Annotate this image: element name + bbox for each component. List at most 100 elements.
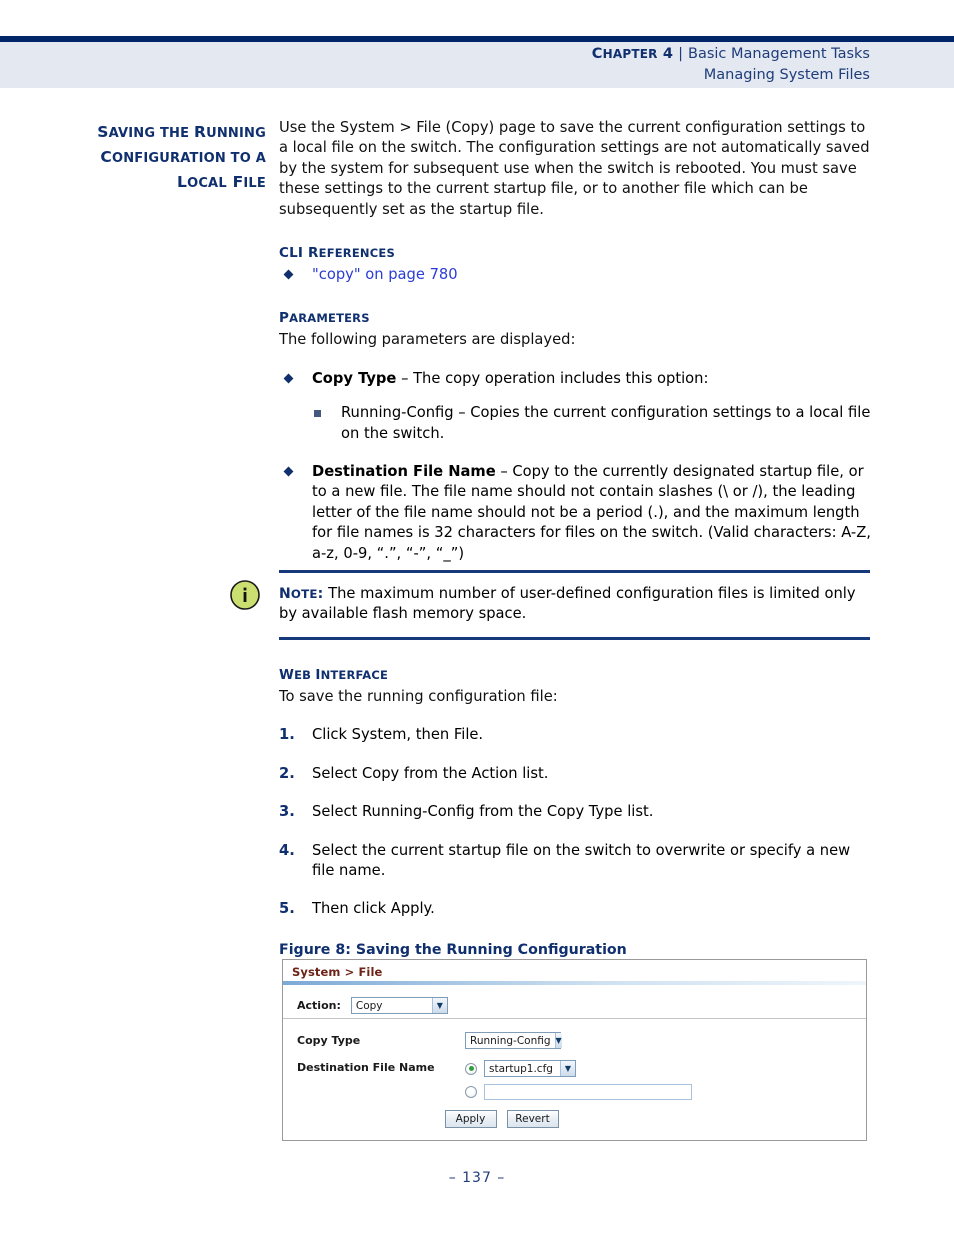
destination-existing-radio[interactable] bbox=[465, 1062, 477, 1075]
note-box: NOTE: The maximum number of user-defined… bbox=[230, 570, 870, 640]
sh-l1-a: AVING bbox=[108, 126, 156, 141]
destination-new-radio[interactable] bbox=[465, 1086, 477, 1098]
header-separator: | bbox=[678, 46, 684, 62]
chapter-label: CHAPTER 4 bbox=[592, 46, 673, 62]
cli-ref-head-rest: EFERENCES bbox=[318, 246, 395, 261]
running-header: CHAPTER 4 | Basic Management Tasks Managin… bbox=[592, 44, 870, 86]
sh-l2-a: ONFIGURATION bbox=[111, 151, 226, 166]
diamond-bullet-icon bbox=[283, 269, 294, 280]
wi-head-c1: W bbox=[279, 667, 295, 683]
page-number: – 137 – bbox=[448, 1170, 506, 1186]
destination-file-name-label: Destination File Name bbox=[297, 1061, 435, 1074]
chevron-down-icon: ▼ bbox=[431, 998, 447, 1013]
header-section-title: Managing System Files bbox=[703, 67, 870, 83]
web-interface-heading: WEB INTERFACE bbox=[279, 664, 875, 683]
diamond-bullet-icon bbox=[283, 466, 294, 477]
note-keyword: NOTE: bbox=[279, 585, 323, 602]
cli-ref-head-cap: CLI R bbox=[279, 245, 319, 262]
destination-new-option[interactable] bbox=[465, 1084, 692, 1100]
copy-type-select[interactable]: Running-Config ▼ bbox=[465, 1032, 562, 1049]
note-kw-cap: N bbox=[279, 585, 291, 602]
header-chapter-title: Basic Management Tasks bbox=[688, 46, 870, 62]
parameters-intro: The following parameters are displayed: bbox=[279, 331, 576, 349]
web-interface-intro: To save the running configuration file: bbox=[279, 688, 558, 705]
destination-file-select[interactable]: startup1.cfg ▼ bbox=[484, 1060, 576, 1077]
cli-references-heading: CLI REFERENCES bbox=[279, 242, 875, 261]
sh-l3-b: ILE bbox=[243, 176, 266, 191]
figure-screenshot: System > File Action: Copy ▼ Copy Type R… bbox=[282, 959, 867, 1141]
step-item-3: 3. Select Running-Config from the Copy T… bbox=[279, 802, 875, 822]
side-heading-line-1: SAVING THE RUNNING bbox=[52, 120, 266, 145]
wi-head-b: NTERFACE bbox=[320, 668, 389, 682]
params-head-rest: ARAMETERS bbox=[289, 311, 370, 326]
params-head-cap: P bbox=[279, 310, 290, 327]
action-select[interactable]: Copy ▼ bbox=[350, 997, 448, 1014]
action-select-value: Copy bbox=[355, 999, 383, 1012]
wi-head-a: EB bbox=[294, 668, 316, 682]
step-text: Select Copy from the Action list. bbox=[312, 764, 549, 782]
screenshot-form: Copy Type Running-Config ▼ Destination F… bbox=[283, 1019, 866, 1128]
chapter-number: 4 bbox=[662, 46, 674, 62]
section-side-heading: SAVING THE RUNNING CONFIGURATION TO A LO… bbox=[52, 120, 266, 195]
step-number: 4. bbox=[279, 841, 295, 859]
chapter-label-rest: HAPTER bbox=[602, 47, 658, 61]
step-text: Then click Apply. bbox=[312, 900, 435, 918]
copy-type-label: Copy Type bbox=[297, 1034, 361, 1047]
sh-l3-a: OCAL bbox=[187, 176, 227, 191]
sh-l1-c1: S bbox=[97, 123, 109, 141]
step-number: 3. bbox=[279, 803, 295, 821]
copy-type-select-value: Running-Config bbox=[470, 1034, 551, 1047]
copy-type-row: Copy Type Running-Config ▼ bbox=[297, 1032, 866, 1049]
parameter-label: Copy Type bbox=[312, 369, 397, 387]
sh-l3-c2: F bbox=[232, 173, 244, 191]
cli-reference-item[interactable]: "copy" on page 780 bbox=[279, 265, 875, 285]
apply-button[interactable]: Apply bbox=[444, 1110, 497, 1128]
destination-file-name-row: Destination File Name startup1.cfg ▼ bbox=[297, 1059, 866, 1100]
square-bullet-icon bbox=[314, 410, 321, 418]
page-footer: – 137 – bbox=[0, 1170, 954, 1186]
step-text: Click System, then File. bbox=[312, 726, 484, 744]
destination-new-name-input[interactable] bbox=[484, 1084, 692, 1100]
step-number: 2. bbox=[279, 764, 295, 782]
parameters-heading: PARAMETERS bbox=[279, 307, 875, 326]
parameter-text: – The copy operation includes this optio… bbox=[396, 369, 709, 387]
destination-file-select-value: startup1.cfg bbox=[489, 1062, 553, 1075]
sh-l1-c: UNNING bbox=[206, 126, 266, 141]
step-item-2: 2. Select Copy from the Action list. bbox=[279, 764, 875, 784]
header-chapter-line: CHAPTER 4 | Basic Management Tasks bbox=[592, 44, 870, 65]
step-number: 1. bbox=[279, 726, 295, 744]
step-number: 5. bbox=[279, 900, 295, 918]
sh-l2-b: TO A bbox=[225, 151, 266, 166]
cli-reference-link[interactable]: "copy" on page 780 bbox=[312, 266, 458, 283]
screenshot-breadcrumb-bar: System > File bbox=[283, 960, 866, 985]
action-label: Action: bbox=[297, 999, 341, 1012]
step-item-1: 1. Click System, then File. bbox=[279, 725, 875, 745]
step-item-5: 5. Then click Apply. bbox=[279, 899, 875, 919]
screenshot-button-row: Apply Revert bbox=[297, 1110, 866, 1128]
sh-l2-c1: C bbox=[100, 148, 112, 166]
screenshot-action-row: Action: Copy ▼ bbox=[283, 985, 866, 1019]
intro-paragraph: Use the System > File (Copy) page to sav… bbox=[279, 119, 870, 218]
note-body: NOTE: The maximum number of user-defined… bbox=[230, 573, 870, 638]
note-kw-rest: OTE bbox=[290, 586, 318, 601]
parameter-label: Destination File Name bbox=[312, 463, 496, 481]
revert-button[interactable]: Revert bbox=[506, 1110, 559, 1128]
parameter-item-copy-type: Copy Type – The copy operation includes … bbox=[279, 369, 875, 389]
parameter-subitem-running-config: Running-Config – Copies the current conf… bbox=[279, 403, 875, 444]
screenshot-breadcrumb: System > File bbox=[292, 965, 383, 979]
sh-l1-c2: R bbox=[193, 123, 207, 141]
sh-l1-b: THE bbox=[155, 126, 194, 141]
chevron-down-icon: ▼ bbox=[554, 1033, 562, 1048]
parameter-subitem-text: Running-Config – Copies the current conf… bbox=[341, 404, 871, 442]
note-bottom-rule bbox=[279, 637, 870, 640]
chapter-label-cap: C bbox=[591, 46, 603, 62]
destination-options: startup1.cfg ▼ bbox=[465, 1059, 692, 1100]
side-heading-line-3: LOCAL FILE bbox=[52, 170, 266, 195]
step-item-4: 4. Select the current startup file on th… bbox=[279, 841, 875, 882]
web-interface-section: WEB INTERFACE To save the running config… bbox=[279, 664, 875, 958]
step-text: Select the current startup file on the s… bbox=[312, 841, 851, 880]
note-text: The maximum number of user-defined confi… bbox=[279, 584, 856, 622]
figure-caption: Figure 8: Saving the Running Configurati… bbox=[279, 941, 627, 958]
destination-existing-option[interactable]: startup1.cfg ▼ bbox=[465, 1060, 692, 1077]
side-heading-line-2: CONFIGURATION TO A bbox=[52, 145, 266, 170]
